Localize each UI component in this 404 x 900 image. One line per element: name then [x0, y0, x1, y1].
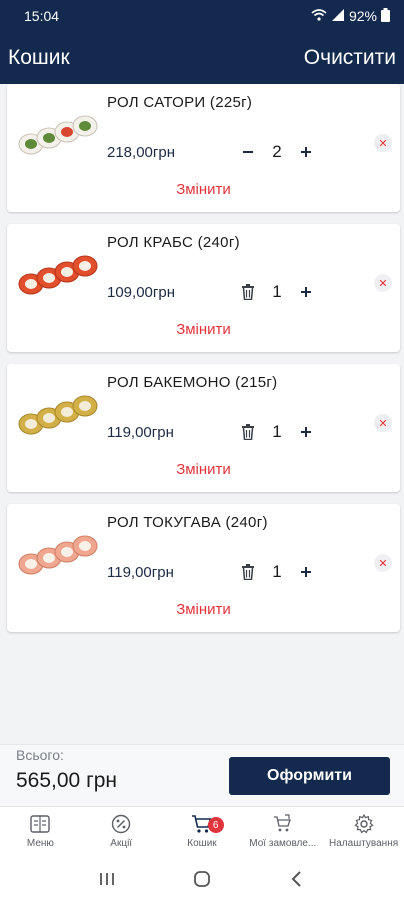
- quantity-value: 1: [272, 282, 282, 301]
- plus-icon: [301, 147, 311, 157]
- trash-icon: [242, 424, 254, 440]
- nav-item-settings[interactable]: Налаштування: [323, 807, 404, 858]
- product-image: [18, 255, 98, 295]
- cart-item: РОЛ САТОРИ (225г) 218,00грн 2 ✕ Змінити: [7, 84, 400, 212]
- product-price: 109,00грн: [107, 284, 175, 301]
- remove-item-button[interactable]: ✕: [374, 554, 392, 572]
- status-icons: 92%: [311, 7, 390, 25]
- increase-button[interactable]: [293, 558, 319, 586]
- status-time: 15:04: [24, 8, 60, 24]
- cart-list[interactable]: РОЛ САТОРИ (225г) 218,00грн 2 ✕ Змінити: [0, 84, 404, 744]
- nav-item-menu[interactable]: Меню: [0, 807, 81, 858]
- quantity-stepper: 2: [235, 138, 319, 166]
- back-icon: [291, 871, 301, 887]
- clear-cart-button[interactable]: Очистити: [304, 46, 396, 70]
- nav-item-cart[interactable]: 6 Кошик: [162, 807, 243, 858]
- change-item-link[interactable]: Змінити: [7, 181, 400, 198]
- back-button[interactable]: [285, 867, 309, 891]
- close-icon: ✕: [378, 277, 388, 290]
- product-image: [18, 535, 98, 575]
- product-name: РОЛ БАКЕМОНО (215г): [107, 374, 278, 391]
- battery-icon: [381, 7, 390, 25]
- increase-button[interactable]: [293, 278, 319, 306]
- menu-icon: [30, 815, 51, 833]
- plus-icon: [301, 567, 311, 577]
- app-header: 15:04 92% Кошик Очистити: [0, 0, 404, 84]
- product-price: 119,00грн: [107, 564, 174, 581]
- quantity-stepper: 1: [235, 278, 319, 306]
- nav-label: Кошик: [187, 838, 217, 849]
- nav-label: Налаштування: [329, 838, 399, 849]
- quantity-value: 1: [272, 422, 282, 441]
- remove-item-button[interactable]: ✕: [374, 414, 392, 432]
- close-icon: ✕: [378, 557, 388, 570]
- plus-icon: [301, 287, 311, 297]
- status-bar: 15:04 92%: [0, 0, 404, 32]
- cart-item: РОЛ БАКЕМОНО (215г) 119,00грн 1 ✕ Змінит…: [7, 364, 400, 492]
- delete-button[interactable]: [235, 558, 261, 586]
- system-navigation: [0, 858, 404, 900]
- cart-item: РОЛ КРАБС (240г) 109,00грн 1 ✕ Змінити: [7, 224, 400, 352]
- product-image: [18, 395, 98, 435]
- home-button[interactable]: [190, 867, 214, 891]
- product-name: РОЛ САТОРИ (225г): [107, 94, 253, 111]
- nav-label: Мої замовле...: [249, 838, 317, 849]
- remove-item-button[interactable]: ✕: [374, 134, 392, 152]
- nav-item-orders[interactable]: Мої замовле...: [242, 807, 323, 858]
- plus-icon: [301, 427, 311, 437]
- checkout-button[interactable]: Оформити: [229, 757, 390, 795]
- remove-item-button[interactable]: ✕: [374, 274, 392, 292]
- orders-icon: [273, 814, 291, 832]
- quantity-stepper: 1: [235, 418, 319, 446]
- cart-count-badge: 6: [207, 817, 224, 833]
- bottom-navigation: Меню Акції 6 Кошик Мої замовле... Налашт…: [0, 806, 404, 858]
- recent-apps-button[interactable]: [95, 867, 119, 891]
- product-name: РОЛ ТОКУГАВА (240г): [107, 514, 268, 531]
- trash-icon: [242, 284, 254, 300]
- decrease-button[interactable]: [235, 138, 261, 166]
- product-price: 218,00грн: [107, 144, 175, 161]
- total-label: Всього:: [16, 747, 64, 763]
- close-icon: ✕: [378, 137, 388, 150]
- recents-icon: [100, 873, 115, 885]
- nav-item-promotions[interactable]: Акції: [81, 807, 162, 858]
- product-image: [18, 115, 98, 155]
- change-item-link[interactable]: Змінити: [7, 461, 400, 478]
- close-icon: ✕: [378, 417, 388, 430]
- app-bar: Кошик Очистити: [0, 32, 404, 84]
- total-value: 565,00 грн: [16, 769, 118, 792]
- wifi-icon: [311, 8, 327, 25]
- minus-icon: [243, 151, 253, 153]
- cart-item: РОЛ ТОКУГАВА (240г) 119,00грн 1 ✕ Змінит…: [7, 504, 400, 632]
- page-title: Кошик: [8, 46, 70, 69]
- change-item-link[interactable]: Змінити: [7, 601, 400, 618]
- gear-icon: [353, 813, 374, 834]
- trash-icon: [242, 564, 254, 580]
- battery-percent: 92%: [348, 8, 377, 24]
- percent-icon: [111, 814, 131, 834]
- quantity-value: 2: [272, 142, 282, 161]
- home-icon: [194, 871, 210, 887]
- quantity-stepper: 1: [235, 558, 319, 586]
- increase-button[interactable]: [293, 138, 319, 166]
- product-name: РОЛ КРАБС (240г): [107, 234, 240, 251]
- nav-label: Акції: [110, 838, 133, 849]
- quantity-value: 1: [272, 562, 282, 581]
- product-price: 119,00грн: [107, 424, 174, 441]
- increase-button[interactable]: [293, 418, 319, 446]
- delete-button[interactable]: [235, 418, 261, 446]
- total-bar: Всього: 565,00 грн Оформити: [0, 744, 404, 806]
- change-item-link[interactable]: Змінити: [7, 321, 400, 338]
- nav-label: Меню: [26, 838, 54, 849]
- delete-button[interactable]: [235, 278, 261, 306]
- signal-icon: [331, 8, 345, 25]
